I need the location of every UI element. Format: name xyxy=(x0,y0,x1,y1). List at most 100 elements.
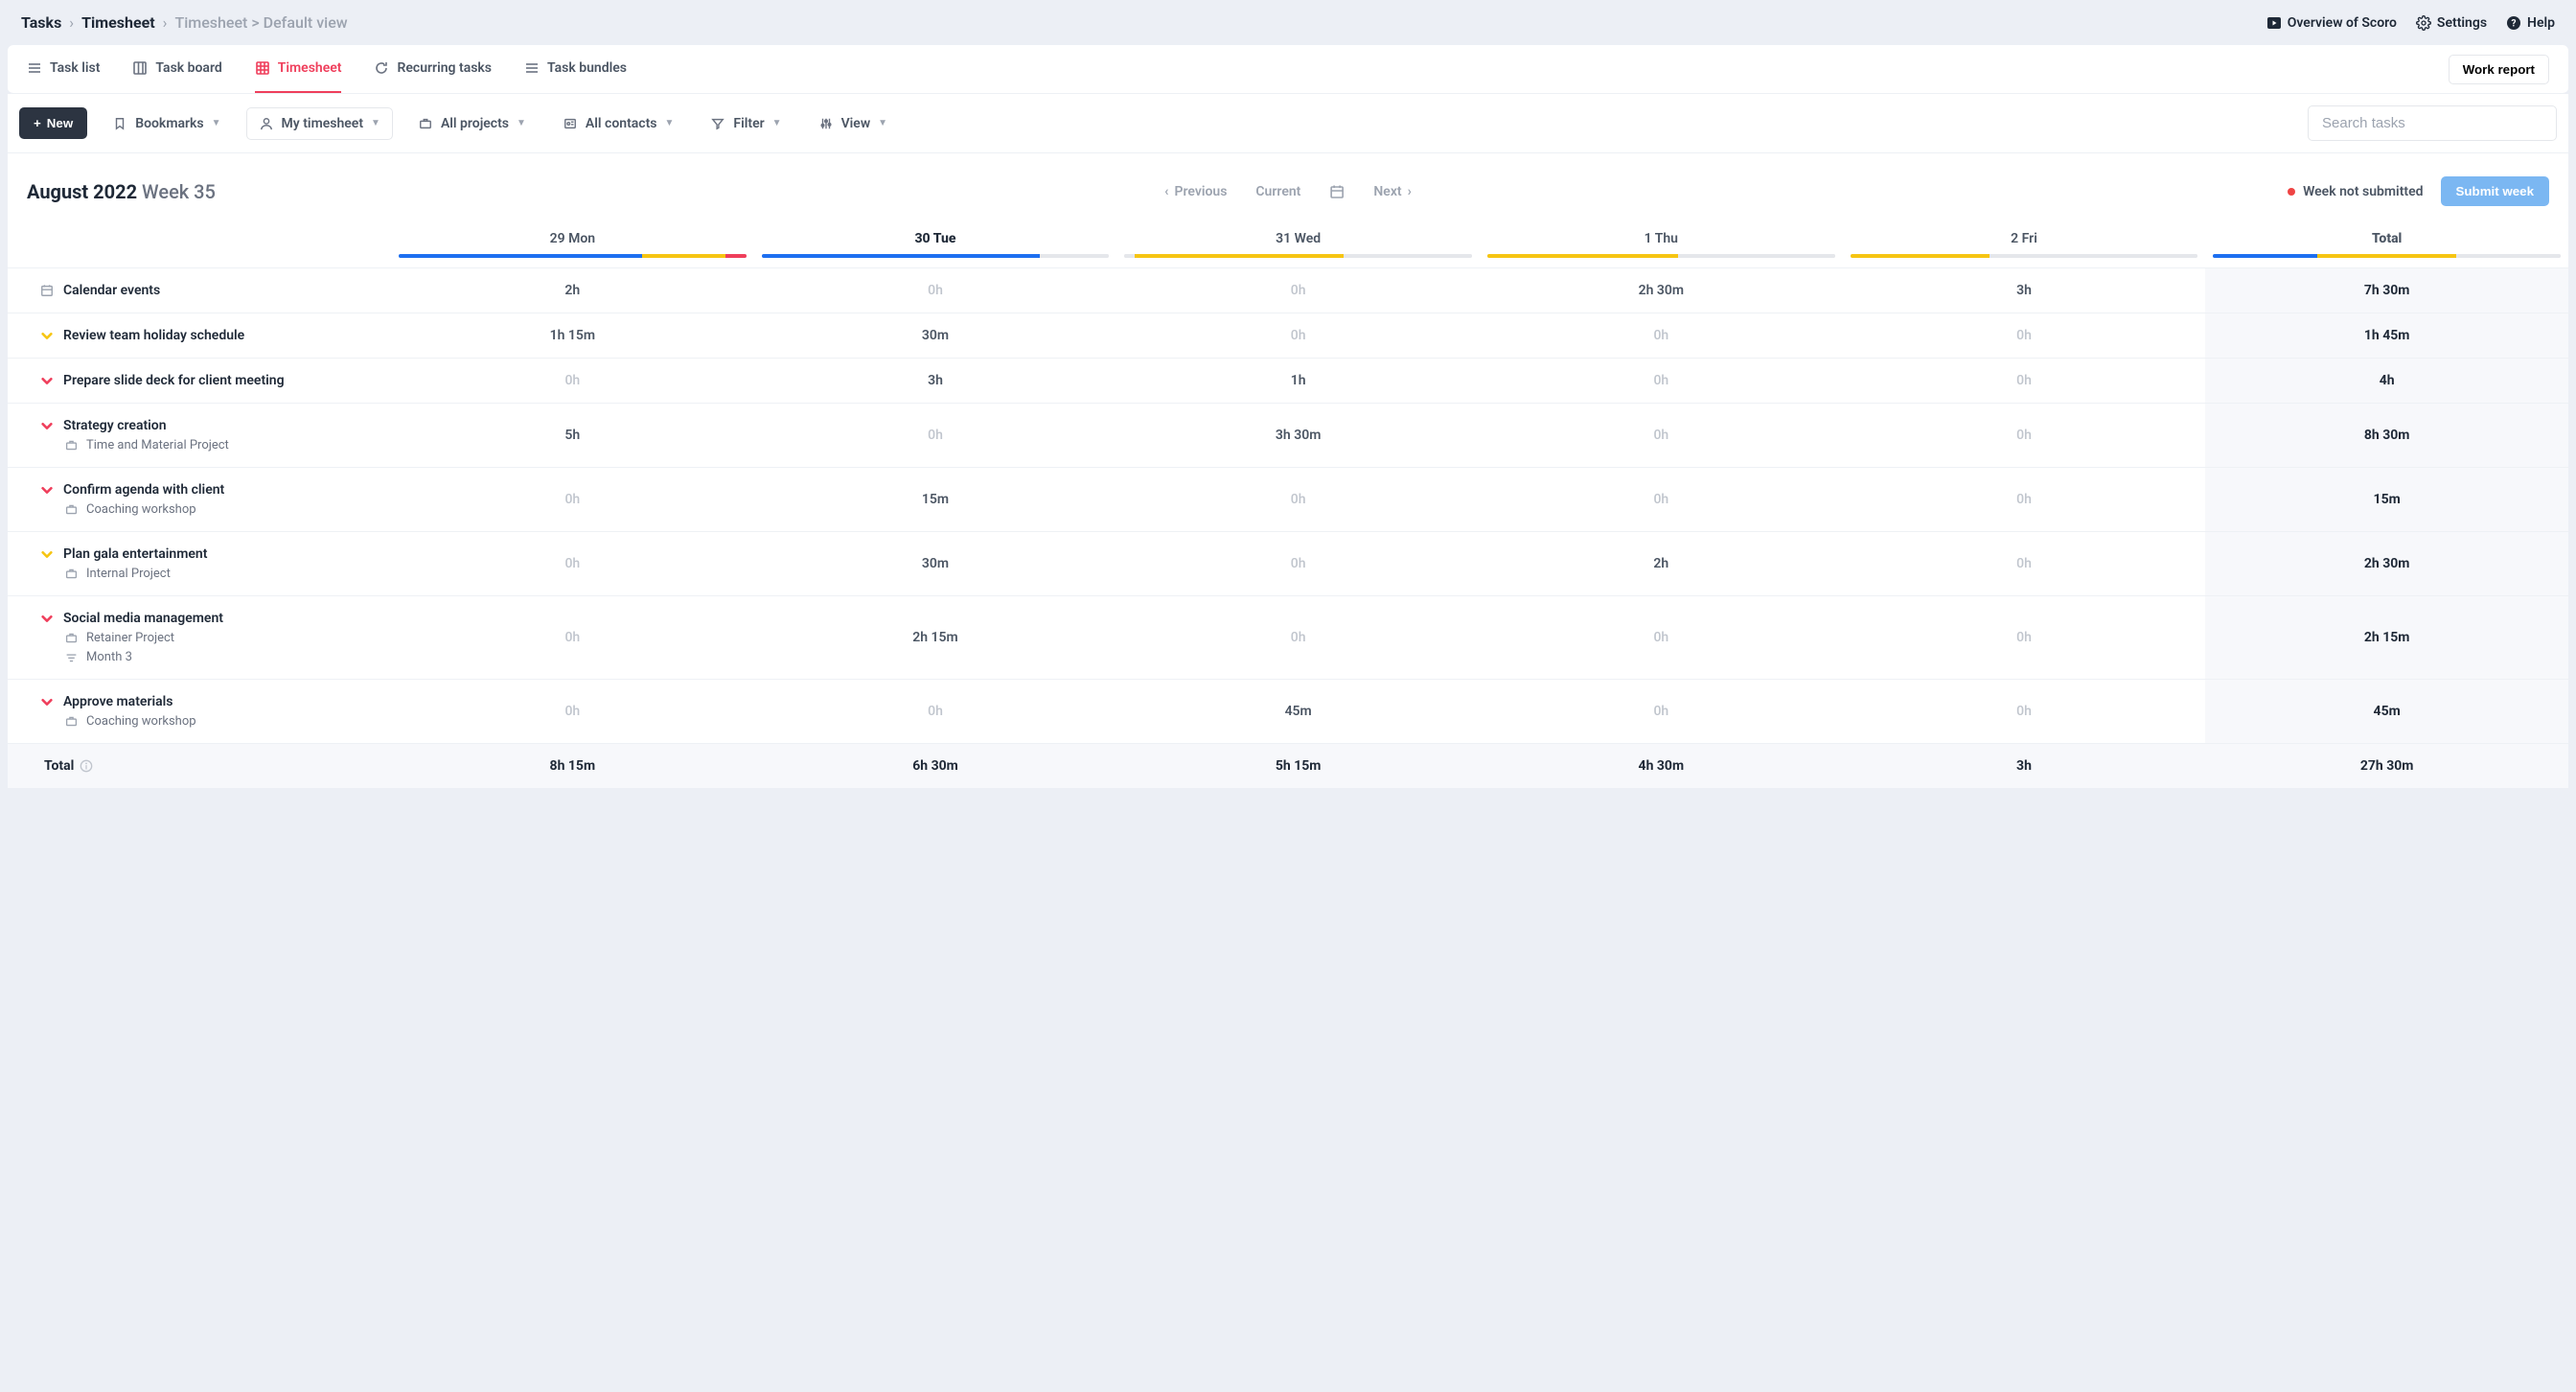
task-row-label[interactable]: Social media managementRetainer ProjectM… xyxy=(8,595,391,679)
time-cell[interactable]: 15m xyxy=(754,467,1117,531)
mytimesheet-label: My timesheet xyxy=(282,116,364,131)
overview-link[interactable]: Overview of Scoro xyxy=(2266,15,2397,31)
time-cell[interactable]: 0h xyxy=(1116,531,1480,595)
bookmarks-dropdown[interactable]: Bookmarks ▼ xyxy=(101,108,232,139)
time-cell[interactable]: 45m xyxy=(1116,679,1480,743)
list-icon xyxy=(27,60,42,76)
chevron-left-icon: ‹ xyxy=(1164,184,1168,199)
time-cell[interactable]: 2h xyxy=(391,267,754,313)
time-cell[interactable]: 0h xyxy=(1843,595,2206,679)
time-cell[interactable]: 1h xyxy=(1116,358,1480,403)
time-cell[interactable]: 0h xyxy=(391,679,754,743)
current-week-button[interactable]: Current xyxy=(1255,184,1300,199)
time-cell[interactable]: 30m xyxy=(754,531,1117,595)
task-row-label[interactable]: Calendar events xyxy=(8,267,391,313)
help-label: Help xyxy=(2527,15,2555,31)
current-label: Current xyxy=(1255,184,1300,199)
day-activity-bar xyxy=(1480,254,1843,267)
settings-link[interactable]: Settings xyxy=(2416,15,2487,31)
breadcrumb-separator-icon: › xyxy=(69,13,74,32)
breadcrumb-separator-icon: › xyxy=(163,13,168,32)
time-cell[interactable]: 0h xyxy=(391,467,754,531)
time-cell[interactable]: 0h xyxy=(1843,679,2206,743)
next-week-button[interactable]: Next › xyxy=(1373,184,1411,199)
submit-week-button[interactable]: Submit week xyxy=(2441,176,2549,206)
time-cell[interactable]: 0h xyxy=(754,403,1117,467)
breadcrumb-root[interactable]: Tasks xyxy=(21,13,61,32)
task-row-label[interactable]: Approve materials Coaching workshop xyxy=(8,679,391,743)
time-cell[interactable]: 0h xyxy=(391,595,754,679)
time-cell[interactable]: 0h xyxy=(391,531,754,595)
tab-timesheet[interactable]: Timesheet xyxy=(255,45,342,93)
task-title: Approve materials xyxy=(63,694,172,709)
help-link[interactable]: ? Help xyxy=(2506,15,2555,31)
task-subtitle: Coaching workshop xyxy=(86,502,196,517)
time-cell[interactable]: 2h xyxy=(1480,531,1843,595)
tab-tasklist[interactable]: Task list xyxy=(27,45,100,93)
tab-bundles[interactable]: Task bundles xyxy=(524,45,627,93)
time-cell[interactable]: 2h 30m xyxy=(1480,267,1843,313)
chevron-down-icon: ▼ xyxy=(665,118,675,128)
time-cell[interactable]: 0h xyxy=(1480,403,1843,467)
time-cell[interactable]: 0h xyxy=(1843,313,2206,358)
tab-recurring[interactable]: Recurring tasks xyxy=(374,45,492,93)
time-cell[interactable]: 5h xyxy=(391,403,754,467)
time-cell[interactable]: 0h xyxy=(1480,313,1843,358)
time-cell[interactable]: 0h xyxy=(754,267,1117,313)
time-cell[interactable]: 0h xyxy=(1843,358,2206,403)
time-cell[interactable]: 1h 15m xyxy=(391,313,754,358)
mytimesheet-dropdown[interactable]: My timesheet ▼ xyxy=(246,107,393,140)
task-row-label[interactable]: Confirm agenda with clientCoaching works… xyxy=(8,467,391,531)
settings-label: Settings xyxy=(2437,15,2487,31)
task-subtitle: Coaching workshop xyxy=(86,714,196,729)
breadcrumb-section[interactable]: Timesheet xyxy=(81,13,155,32)
time-cell[interactable]: 0h xyxy=(1116,595,1480,679)
footer-day-total: 3h xyxy=(1843,743,2206,788)
priority-chevron-icon xyxy=(40,374,54,387)
tab-taskboard[interactable]: Task board xyxy=(132,45,221,93)
task-row-label[interactable]: Prepare slide deck for client meeting xyxy=(8,358,391,403)
tab-label: Task bundles xyxy=(547,60,627,76)
search-input[interactable] xyxy=(2308,105,2557,141)
task-row-label[interactable]: Strategy creationTime and Material Proje… xyxy=(8,403,391,467)
time-cell[interactable]: 0h xyxy=(1480,358,1843,403)
time-cell[interactable]: 0h xyxy=(1843,467,2206,531)
view-dropdown[interactable]: View ▼ xyxy=(807,108,900,139)
day-activity-bar xyxy=(1116,254,1480,267)
time-cell[interactable]: 0h xyxy=(1116,267,1480,313)
task-row-label[interactable]: Review team holiday schedule xyxy=(8,313,391,358)
allprojects-dropdown[interactable]: All projects ▼ xyxy=(406,108,538,139)
time-cell[interactable]: 30m xyxy=(754,313,1117,358)
allcontacts-label: All contacts xyxy=(586,116,657,131)
new-button[interactable]: + New xyxy=(19,107,87,139)
tab-label: Recurring tasks xyxy=(397,60,492,76)
time-cell[interactable]: 3h xyxy=(1843,267,2206,313)
task-row-label[interactable]: Plan gala entertainmentInternal Project xyxy=(8,531,391,595)
time-cell[interactable]: 0h xyxy=(754,679,1117,743)
time-cell[interactable]: 0h xyxy=(1480,679,1843,743)
time-cell[interactable]: 3h 30m xyxy=(1116,403,1480,467)
time-cell[interactable]: 2h 15m xyxy=(754,595,1117,679)
time-cell[interactable]: 0h xyxy=(1480,467,1843,531)
list-icon xyxy=(524,60,540,76)
row-total-cell: 8h 30m xyxy=(2205,403,2568,467)
time-cell[interactable]: 3h xyxy=(754,358,1117,403)
time-cell[interactable]: 0h xyxy=(391,358,754,403)
row-total-cell: 45m xyxy=(2205,679,2568,743)
row-total-cell: 4h xyxy=(2205,358,2568,403)
row-total-cell: 1h 45m xyxy=(2205,313,2568,358)
chevron-down-icon: ▼ xyxy=(878,118,887,128)
filter-dropdown[interactable]: Filter ▼ xyxy=(699,108,793,139)
time-cell[interactable]: 0h xyxy=(1116,313,1480,358)
task-subtitle: Time and Material Project xyxy=(86,438,229,452)
calendar-picker-button[interactable] xyxy=(1329,184,1345,199)
prev-week-button[interactable]: ‹ Previous xyxy=(1164,184,1227,199)
time-cell[interactable]: 0h xyxy=(1116,467,1480,531)
allcontacts-dropdown[interactable]: All contacts ▼ xyxy=(551,108,685,139)
chevron-down-icon: ▼ xyxy=(772,118,782,128)
task-title: Social media management xyxy=(63,611,223,626)
time-cell[interactable]: 0h xyxy=(1843,403,2206,467)
time-cell[interactable]: 0h xyxy=(1843,531,2206,595)
time-cell[interactable]: 0h xyxy=(1480,595,1843,679)
work-report-button[interactable]: Work report xyxy=(2449,55,2549,84)
